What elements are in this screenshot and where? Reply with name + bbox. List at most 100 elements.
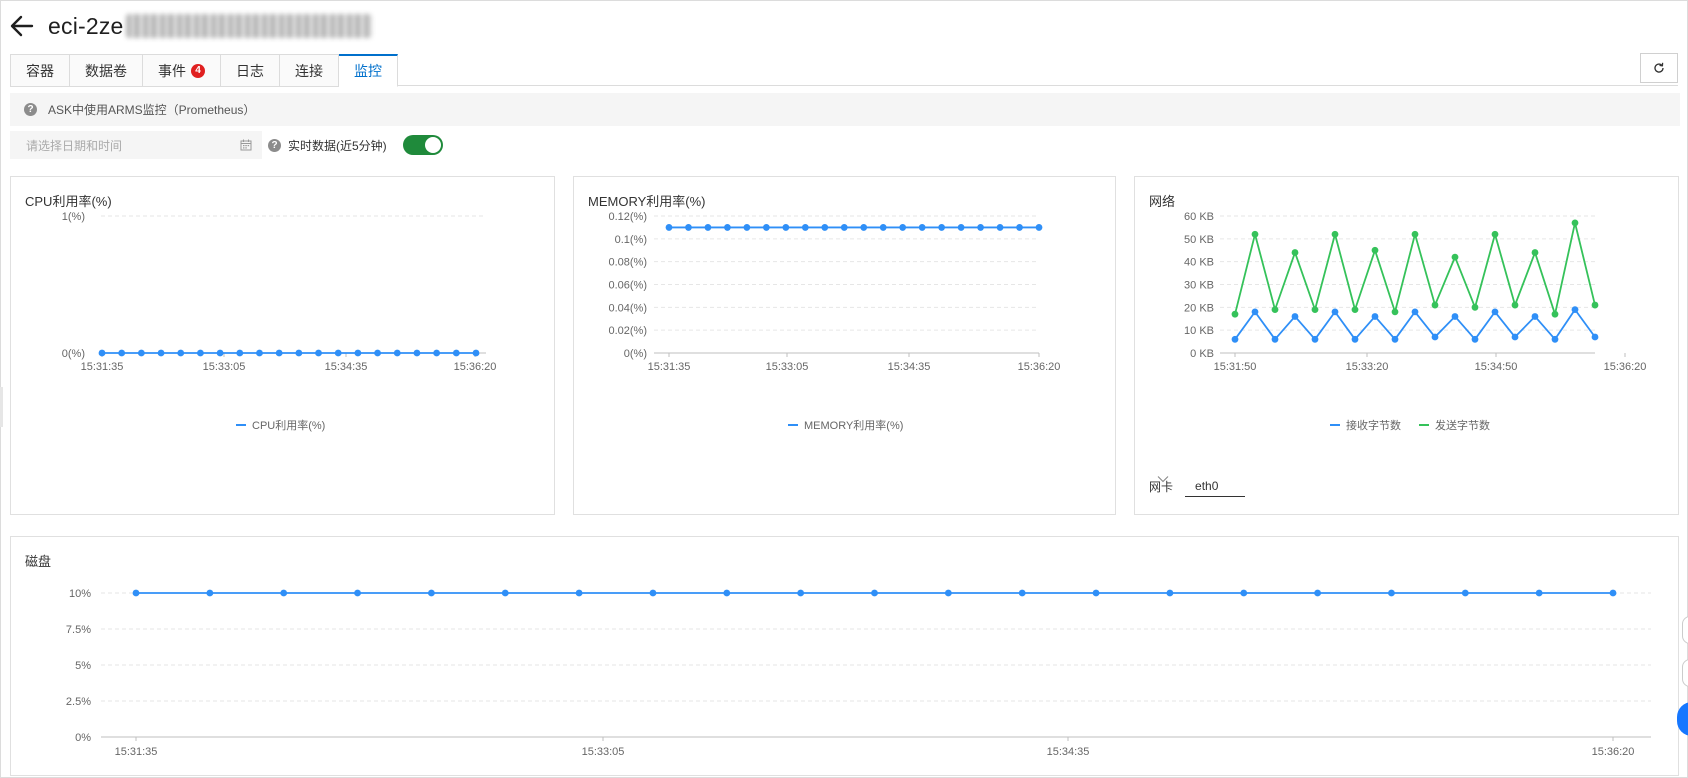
y-tick-label: 1(%) <box>62 211 85 223</box>
data-point <box>413 349 421 357</box>
data-point <box>1531 313 1539 320</box>
data-point <box>236 349 244 357</box>
data-point <box>944 589 952 597</box>
network-line-chart: 0 KB 10 KB 20 KB 30 KB 40 KB 50 KB 60 KB 15:31:… <box>1184 211 1647 373</box>
refresh-button[interactable] <box>1640 53 1678 83</box>
back-arrow-icon[interactable] <box>8 12 36 40</box>
data-point <box>665 224 673 231</box>
tab-events[interactable]: 事件 4 <box>143 54 221 87</box>
data-point <box>132 589 140 597</box>
data-point <box>354 589 361 597</box>
data-point <box>1461 589 1469 597</box>
memory-legend: MEMORY利用率(%) <box>788 417 903 433</box>
data-point <box>1391 335 1399 343</box>
legend-label: 接收字节数 <box>1346 420 1401 432</box>
data-point <box>1551 310 1559 318</box>
tab-monitoring[interactable]: 监控 <box>339 54 398 87</box>
data-point <box>334 349 342 357</box>
data-point <box>1271 306 1279 314</box>
arms-info-link[interactable]: ASK中使用ARMS监控（Prometheus） <box>48 101 255 118</box>
data-point <box>1231 310 1239 318</box>
data-point <box>649 589 657 597</box>
data-point <box>354 349 362 357</box>
x-tick-label: 15:33:05 <box>582 746 625 758</box>
y-tick-label: 0.1(%) <box>615 234 647 246</box>
tab-connect[interactable]: 连接 <box>280 54 339 87</box>
data-point <box>1291 313 1299 320</box>
help-icon[interactable]: ? <box>24 103 37 116</box>
y-tick-label: 5% <box>75 660 91 672</box>
side-drawer-handle[interactable] <box>0 387 3 427</box>
tab-label: 事件 <box>158 62 186 79</box>
realtime-help-icon[interactable]: ? <box>268 138 281 152</box>
x-tick-label: 15:31:35 <box>115 746 158 758</box>
data-point <box>1511 301 1519 309</box>
y-tick-label: 2.5% <box>66 696 91 708</box>
data-point <box>1035 224 1043 231</box>
legend-label: 发送字节数 <box>1435 420 1490 432</box>
data-point <box>1471 303 1479 311</box>
redacted-id-blur <box>125 13 372 38</box>
tab-volumes[interactable]: 数据卷 <box>70 54 143 87</box>
data-point <box>1431 301 1439 309</box>
tab-containers[interactable]: 容器 <box>10 54 70 87</box>
realtime-switch[interactable] <box>402 135 443 155</box>
data-point <box>724 224 731 231</box>
data-point <box>216 349 224 357</box>
calendar-icon <box>240 139 252 151</box>
data-point <box>315 349 322 357</box>
y-tick-label: 0.06(%) <box>608 280 647 292</box>
data-point <box>1311 306 1319 314</box>
x-tick-label: 15:31:35 <box>648 361 691 373</box>
nic-select[interactable]: eth0 <box>1157 475 1246 497</box>
data-point <box>1231 335 1239 343</box>
float-tool-button[interactable] <box>1682 659 1688 687</box>
data-point <box>393 349 401 357</box>
x-tick-label: 15:36:20 <box>1604 361 1647 373</box>
data-point <box>137 349 145 357</box>
x-tick-label: 15:36:20 <box>454 361 497 373</box>
memory-chart-card: MEMORY利用率(%) 0(%) 0.02(%) 0.04(%) 0.06(%) 0.… <box>573 176 1116 515</box>
legend-item[interactable]: CPU利用率(%) <box>236 417 325 433</box>
legend-item[interactable]: MEMORY利用率(%) <box>788 417 903 433</box>
data-point <box>871 589 878 597</box>
data-point <box>1331 308 1339 316</box>
data-point <box>1351 306 1359 314</box>
nic-selected-value: eth0 <box>1195 478 1219 493</box>
data-point <box>704 224 712 231</box>
legend-swatch <box>1330 424 1340 426</box>
data-point <box>1451 313 1459 320</box>
legend-item[interactable]: 发送字节数 <box>1419 417 1490 433</box>
data-point <box>1251 308 1259 316</box>
tab-label: 数据卷 <box>85 62 127 79</box>
date-time-picker[interactable]: 请选择日期和时间 <box>10 131 262 159</box>
page-header: eci-2ze <box>8 6 372 46</box>
data-point <box>1291 249 1299 256</box>
data-point <box>501 589 509 597</box>
y-tick-label: 50 KB <box>1184 234 1214 246</box>
data-point <box>575 589 583 597</box>
y-tick-label: 0.08(%) <box>608 257 647 269</box>
realtime-toggle-group: ? 实时数据(近5分钟) <box>268 131 443 159</box>
data-point <box>1591 301 1599 309</box>
data-point <box>977 224 984 231</box>
x-tick-label: 15:33:05 <box>203 361 246 373</box>
data-point <box>821 224 829 231</box>
y-tick-label: 30 KB <box>1184 280 1214 292</box>
data-point <box>1535 589 1543 597</box>
data-point <box>860 224 868 231</box>
legend-item[interactable]: 接收字节数 <box>1330 417 1401 433</box>
tab-logs[interactable]: 日志 <box>221 54 280 87</box>
tab-bar: 容器 数据卷 事件 4 日志 连接 监控 <box>10 54 398 87</box>
data-point <box>1016 224 1023 231</box>
data-point <box>1411 230 1419 238</box>
data-point <box>1351 335 1359 343</box>
data-point <box>1551 335 1559 343</box>
data-point <box>1609 589 1617 597</box>
nic-selector-group: 网卡 eth0 <box>1149 475 1246 497</box>
network-chart-card: 网络 0 KB 10 KB 20 KB 30 KB 40 KB 50 KB 60 KB 15:… <box>1134 176 1679 515</box>
data-point <box>1511 333 1519 341</box>
float-tool-button[interactable] <box>1682 616 1688 644</box>
data-point <box>1251 230 1259 238</box>
legend-label: CPU利用率(%) <box>252 420 326 432</box>
